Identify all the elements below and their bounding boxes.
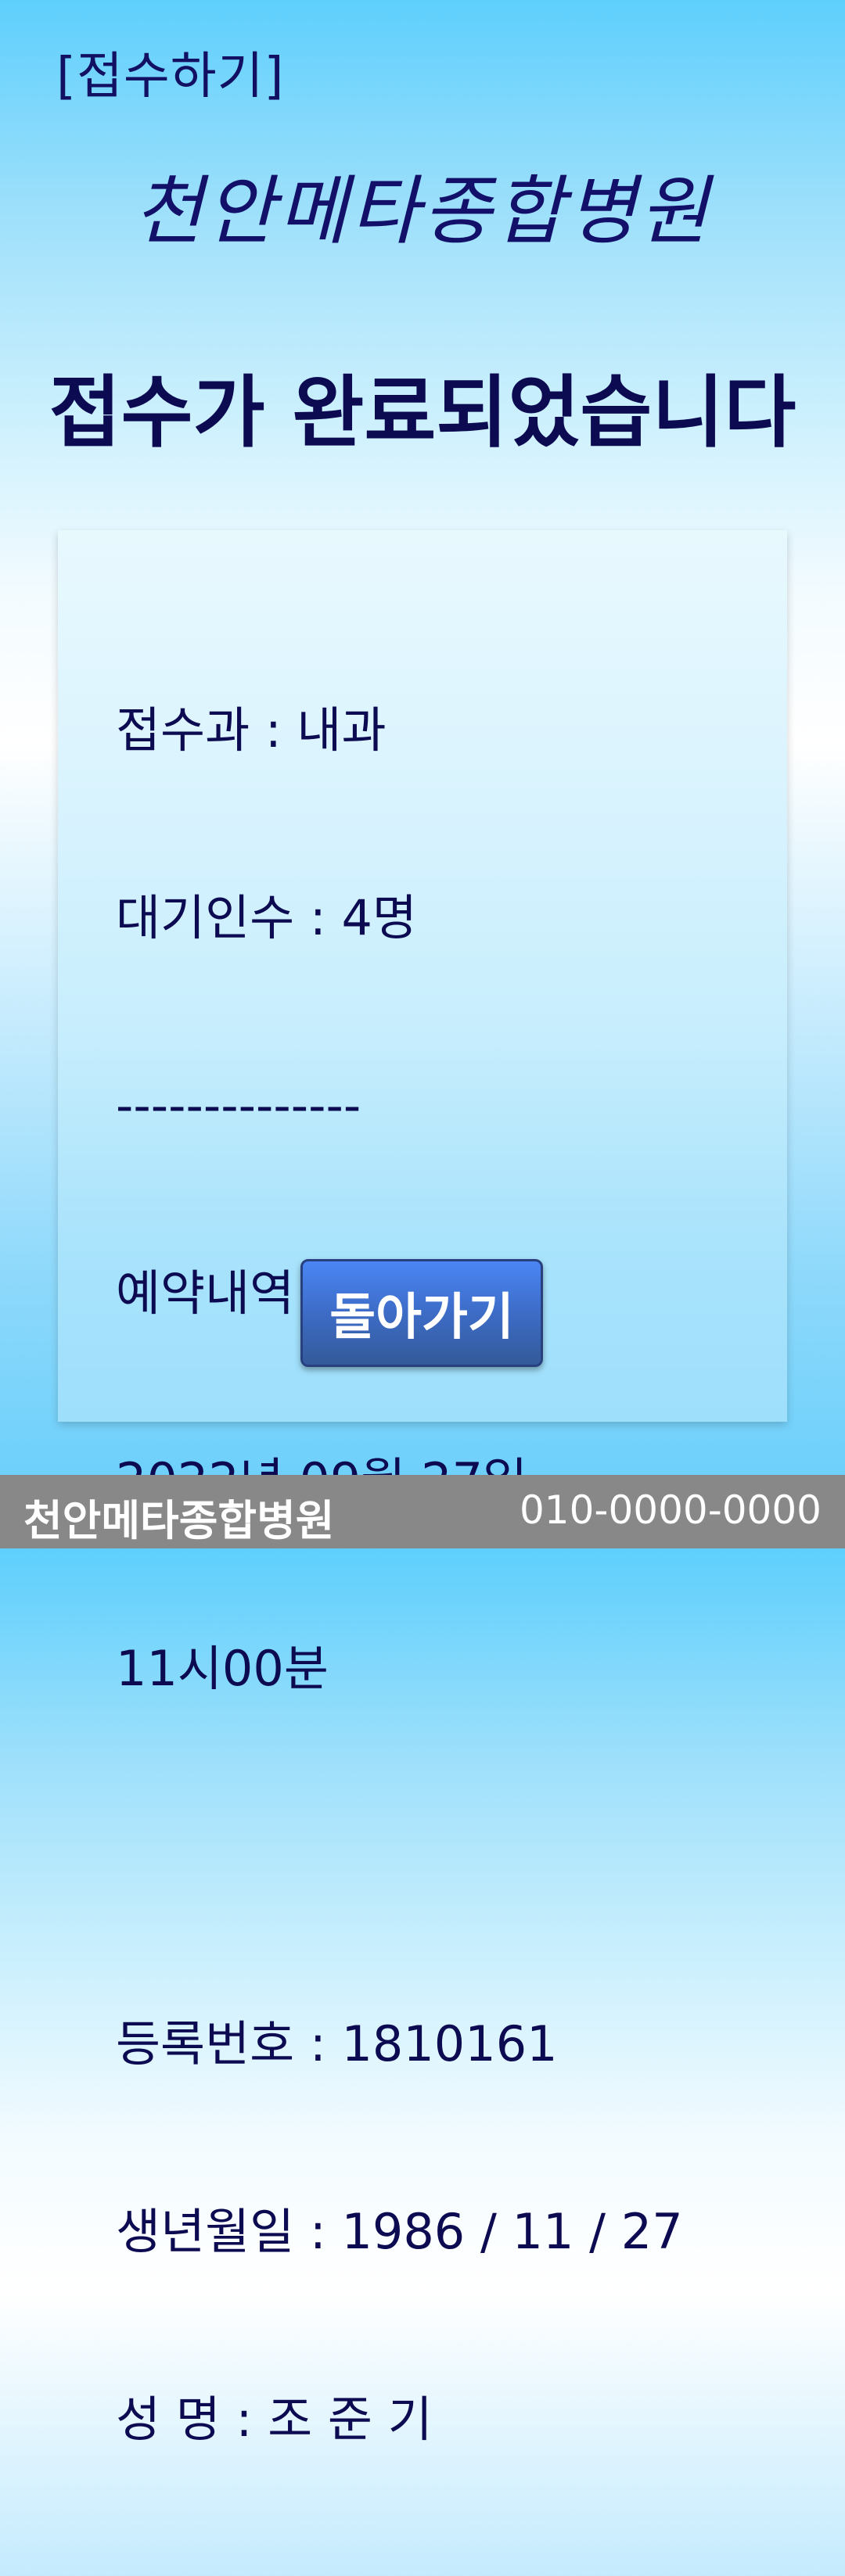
receipt-details: 접수과 : 내과 대기인수 : 4명 -------------- 예약내역 2… [116,574,683,2576]
receipt-card: 접수과 : 내과 대기인수 : 4명 -------------- 예약내역 2… [58,530,787,2448]
reservation-time: 11시00분 [116,1640,329,1697]
patient-name-line: 성 명 : 조 준 기 [116,2391,433,2448]
completion-headline: 접수가 완료되었습니다 [49,367,796,458]
footer-hospital-name: 천안메타종합병원 [23,1496,335,1545]
registration-number-line: 등록번호 : 1810161 [116,2015,558,2072]
page-label: [접수하기] [56,48,285,106]
back-button[interactable]: 돌아가기 [300,1259,543,1367]
divider-line: -------------- [116,1077,361,1134]
birth-date-line: 생년월일 : 1986 / 11 / 27 [116,2203,683,2260]
footer-bar: 천안메타종합병원 010-0000-0000 [0,1475,845,1548]
department-line: 접수과 : 내과 [116,701,387,759]
hospital-title: 천안메타종합병원 [133,167,712,255]
waiting-count-line: 대기인수 : 4명 [116,889,417,946]
footer-phone-number: 010-0000-0000 [519,1487,822,1533]
